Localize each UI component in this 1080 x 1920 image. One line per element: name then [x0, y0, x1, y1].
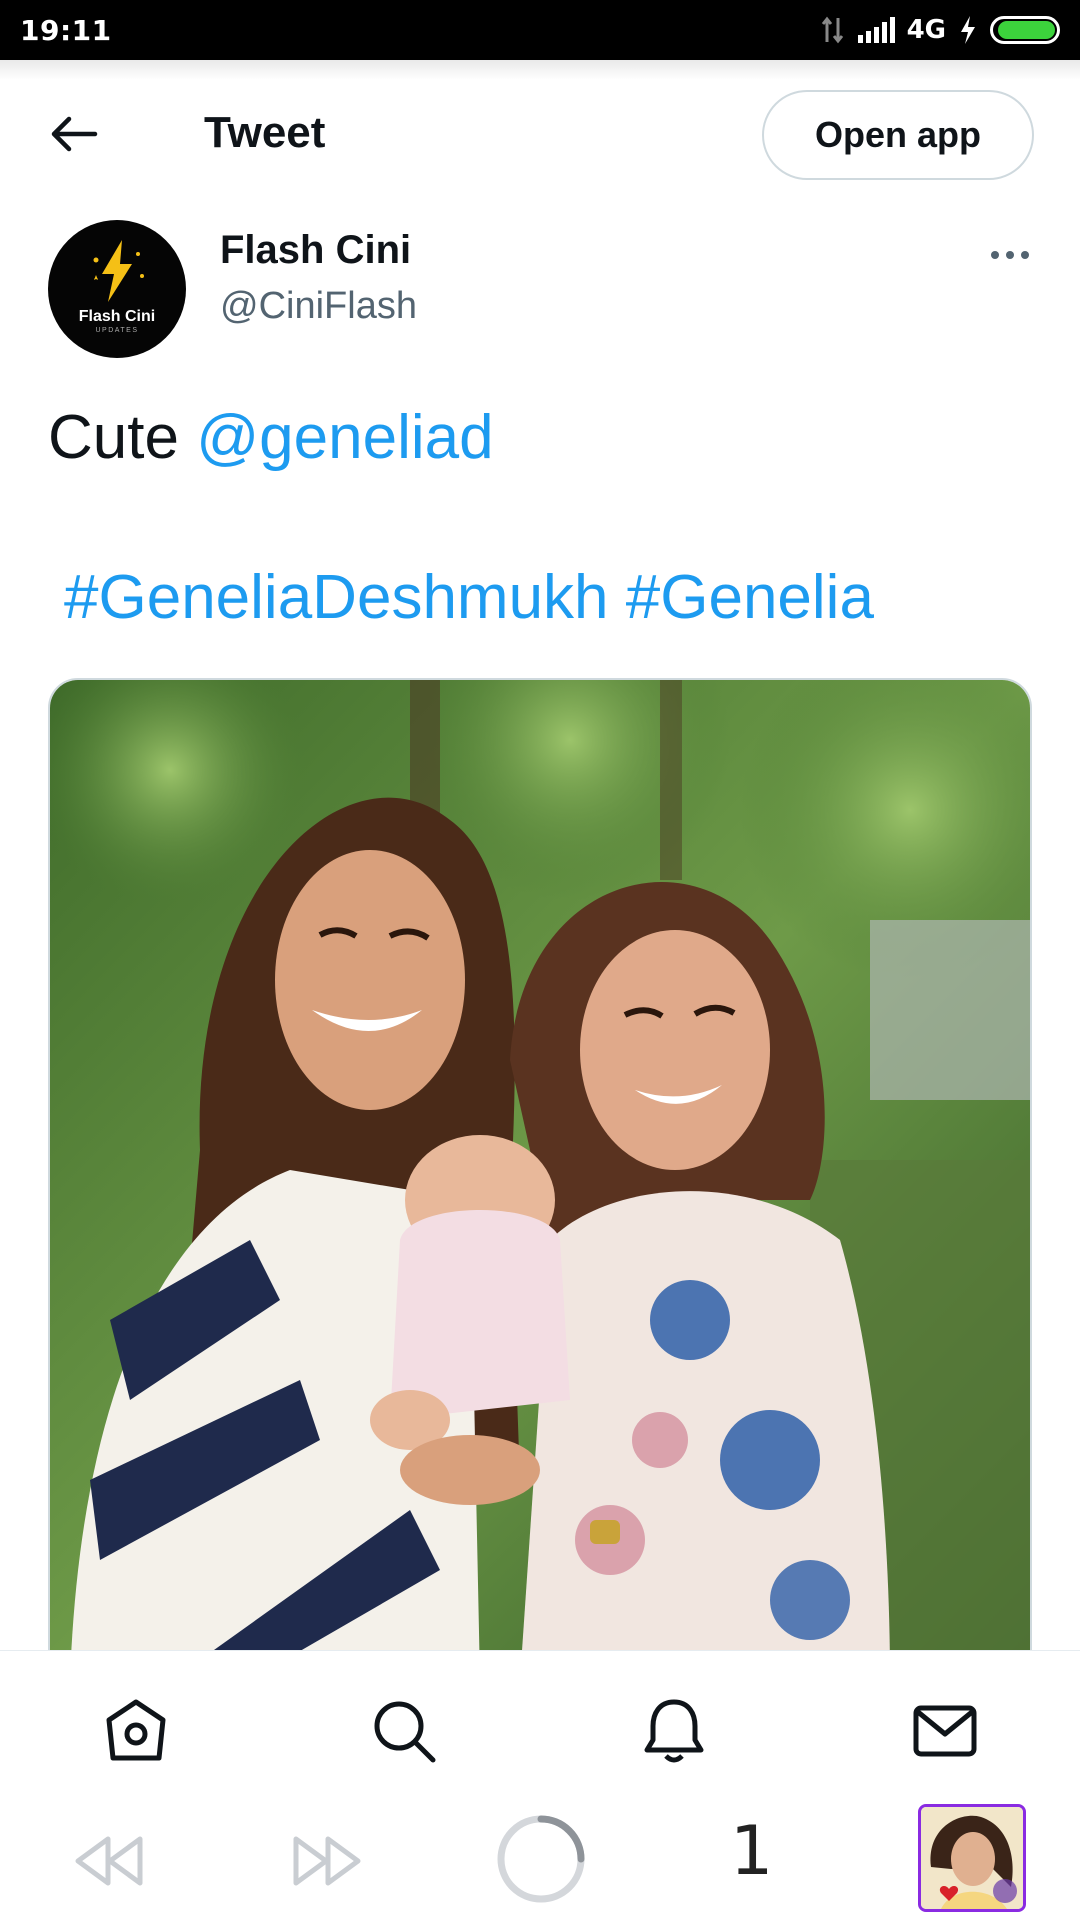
battery-level — [998, 21, 1055, 39]
lightning-bolt-icon — [93, 240, 144, 302]
status-bar: 19:11 4G — [0, 0, 1080, 60]
charging-icon — [961, 16, 975, 44]
author-handle[interactable]: @CiniFlash — [220, 285, 417, 328]
back-button[interactable] — [44, 104, 104, 164]
profile-picture — [921, 1807, 1023, 1909]
more-dot-icon — [991, 251, 999, 259]
mention-link[interactable]: @geneliad — [196, 403, 493, 472]
loading-spinner-icon — [497, 1815, 585, 1903]
header-shadow — [0, 60, 1080, 80]
fast-forward-icon — [293, 1836, 361, 1886]
back-arrow-icon — [51, 116, 98, 152]
status-icons: 4G — [820, 15, 1060, 45]
bell-icon — [644, 1699, 704, 1763]
more-options-button[interactable] — [980, 238, 1040, 272]
status-time: 19:11 — [20, 13, 112, 47]
tweet-text-prefix: Cute — [48, 403, 197, 472]
page-title: Tweet — [204, 108, 326, 157]
avatar[interactable]: Flash Cini UPDATES — [48, 220, 186, 358]
photo-illustration — [50, 680, 1030, 1676]
search-icon — [374, 1701, 436, 1763]
more-dot-icon — [1021, 251, 1029, 259]
avatar-logo-text: Flash Cini — [78, 308, 156, 325]
hashtag-links[interactable]: #GeneliaDeshmukh #Genelia — [64, 562, 874, 633]
data-transfer-icon — [821, 16, 843, 44]
browser-forward-button[interactable] — [286, 1826, 366, 1896]
avatar-logo-subtext: UPDATES — [95, 327, 139, 334]
tweet-photo[interactable] — [48, 678, 1032, 1678]
home-icon — [106, 1699, 166, 1761]
rewind-icon — [75, 1836, 143, 1886]
signal-strength-icon — [857, 17, 895, 43]
nav-home[interactable] — [96, 1691, 176, 1771]
nav-notifications[interactable] — [634, 1691, 714, 1771]
browser-profile-thumbnail[interactable] — [918, 1804, 1026, 1912]
author-name[interactable]: Flash Cini — [220, 228, 411, 273]
battery-icon — [990, 16, 1060, 44]
tweet-text: Cute @geneliad — [48, 402, 494, 473]
mail-icon — [913, 1705, 977, 1757]
nav-search[interactable] — [364, 1691, 444, 1771]
bottom-navigation — [0, 1650, 1080, 1800]
browser-reload-button[interactable] — [494, 1812, 588, 1906]
nav-messages[interactable] — [905, 1691, 985, 1771]
more-dot-icon — [1006, 251, 1014, 259]
browser-back-button[interactable] — [70, 1826, 150, 1896]
network-type: 4G — [906, 15, 946, 45]
open-app-button[interactable]: Open app — [762, 90, 1034, 180]
browser-tab-count[interactable]: 1 — [730, 1812, 773, 1891]
